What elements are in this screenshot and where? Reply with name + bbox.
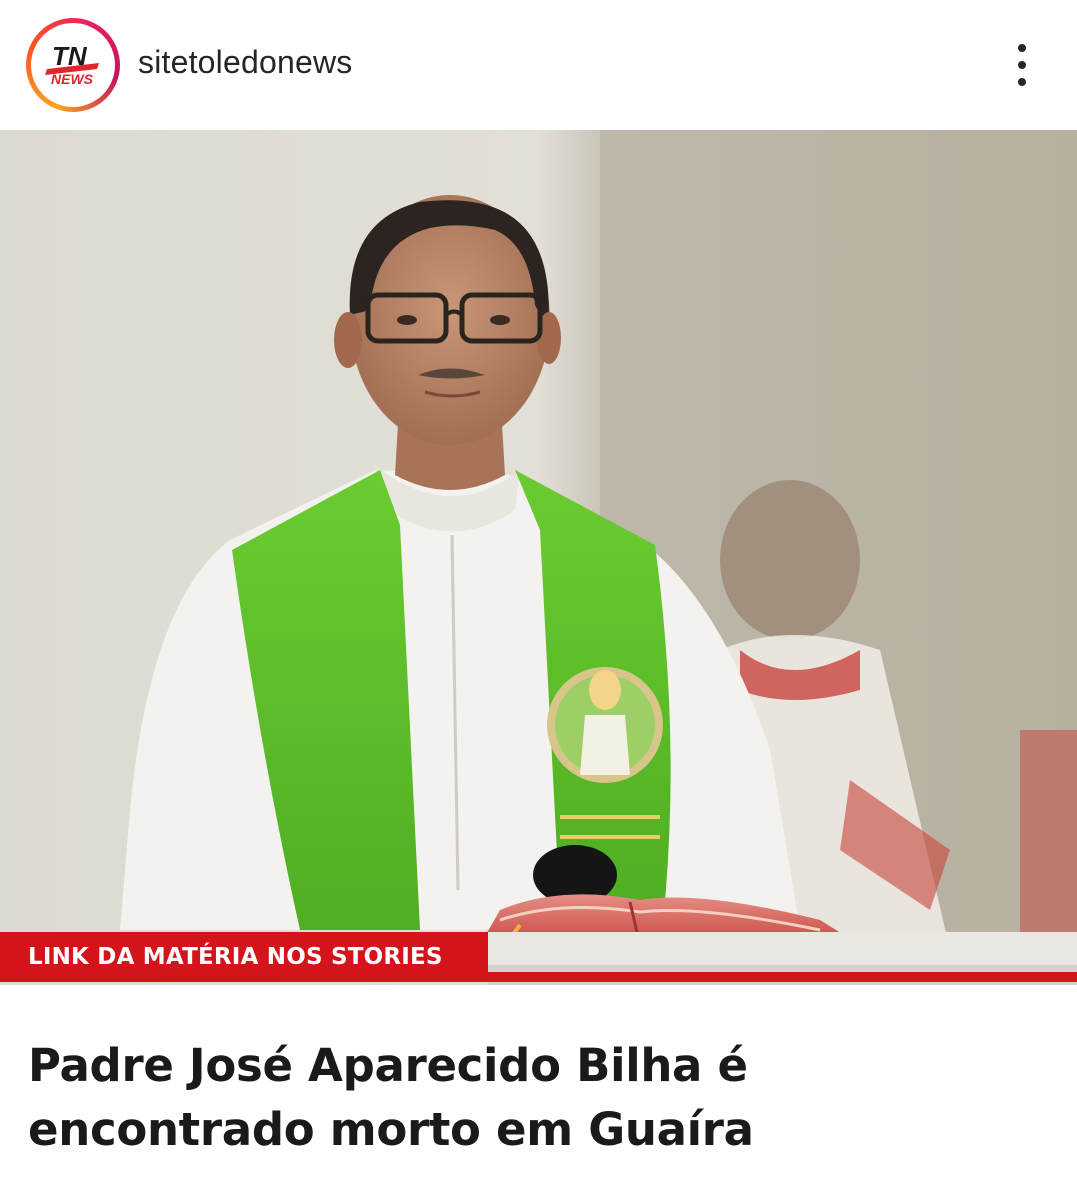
dot	[1018, 78, 1026, 86]
dot	[1018, 61, 1026, 69]
post-header: TN NEWS sitetoledonews	[0, 0, 1077, 130]
avatar-border: TN NEWS	[31, 23, 115, 107]
tn-news-logo: TN NEWS	[35, 27, 111, 103]
more-options-icon[interactable]	[1004, 40, 1040, 90]
banner-text: LINK DA MATÉRIA NOS STORIES	[28, 944, 443, 970]
username[interactable]: sitetoledonews	[138, 44, 353, 81]
priest-photo	[0, 130, 1077, 985]
post-image[interactable]	[0, 130, 1077, 985]
dot	[1018, 44, 1026, 52]
logo-text-news: NEWS	[51, 71, 94, 87]
headline: Padre José Aparecido Bilha é encontrado …	[28, 1039, 754, 1156]
avatar[interactable]: TN NEWS	[26, 18, 120, 112]
